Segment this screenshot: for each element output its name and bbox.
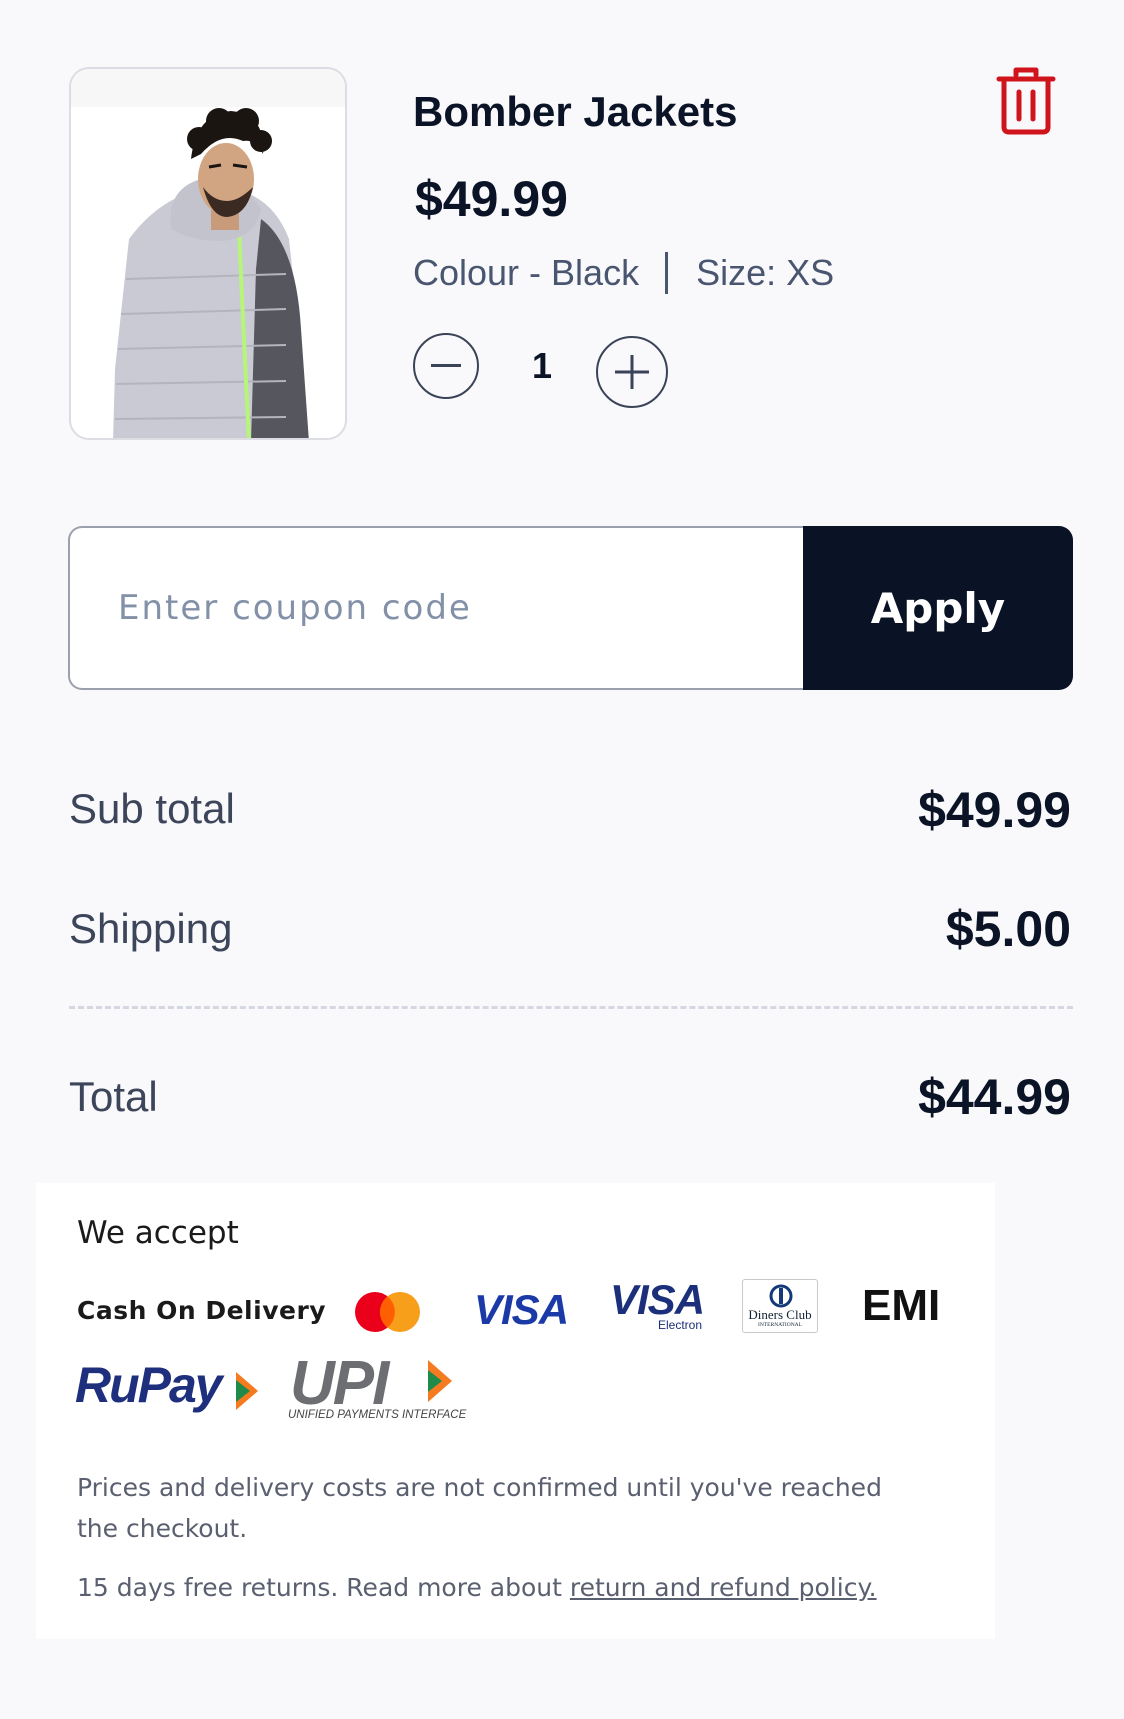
product-image[interactable]	[69, 67, 347, 440]
total-value: $44.99	[918, 1069, 1071, 1125]
subtotal-value: $49.99	[918, 782, 1071, 838]
prices-disclaimer: Prices and delivery costs are not confir…	[77, 1473, 882, 1543]
coupon-field[interactable]	[68, 526, 804, 690]
product-title: Bomber Jackets	[413, 88, 738, 135]
size-label: Size: XS	[696, 252, 835, 293]
mastercard-icon	[355, 1292, 420, 1332]
coupon-input[interactable]	[70, 528, 804, 688]
upi-subtext: UNIFIED PAYMENTS INTERFACE	[288, 1409, 467, 1421]
diners-club-icon	[769, 1284, 793, 1308]
visa-electron-logo: VISA	[610, 1276, 705, 1323]
cash-on-delivery-label: Cash On Delivery	[77, 1296, 327, 1325]
summary-divider	[69, 1006, 1073, 1009]
refund-policy-link[interactable]: return and refund policy.	[570, 1573, 877, 1602]
visa-electron-subtext: Electron	[658, 1318, 703, 1332]
remove-item-button[interactable]	[996, 67, 1056, 135]
product-price: $49.99	[415, 171, 568, 227]
total-label: Total	[69, 1073, 158, 1120]
trash-icon	[996, 67, 1056, 135]
upi-arrow-icon	[428, 1360, 452, 1402]
decrease-quantity-button[interactable]	[413, 333, 479, 399]
emi-label: EMI	[862, 1281, 941, 1330]
plus-circle-icon	[615, 355, 649, 389]
apply-coupon-button[interactable]: Apply	[803, 526, 1073, 690]
rupay-arrow-icon	[236, 1372, 258, 1410]
shipping-value: $5.00	[945, 901, 1071, 957]
returns-note: 15 days free returns. Read more about re…	[77, 1573, 877, 1602]
visa-logo: VISA	[474, 1286, 569, 1333]
shipping-label: Shipping	[69, 905, 233, 952]
rupay-logo: RuPay	[75, 1357, 223, 1413]
jacket-model-image	[113, 108, 309, 438]
increase-quantity-button[interactable]	[596, 336, 668, 408]
subtotal-label: Sub total	[69, 785, 235, 832]
diners-club-text: Diners Club	[748, 1307, 812, 1322]
variant-divider	[665, 252, 669, 294]
minus-circle-icon	[431, 364, 461, 367]
returns-note-text: 15 days free returns. Read more about	[77, 1573, 570, 1602]
quantity-value: 1	[531, 345, 553, 386]
diners-club-logo: Diners Club INTERNATIONAL	[742, 1279, 818, 1333]
diners-club-subtext: INTERNATIONAL	[758, 1322, 802, 1328]
we-accept-heading: We accept	[77, 1215, 239, 1251]
product-variant: Colour - Black Size: XS	[413, 252, 834, 294]
colour-label: Colour - Black	[413, 252, 640, 293]
